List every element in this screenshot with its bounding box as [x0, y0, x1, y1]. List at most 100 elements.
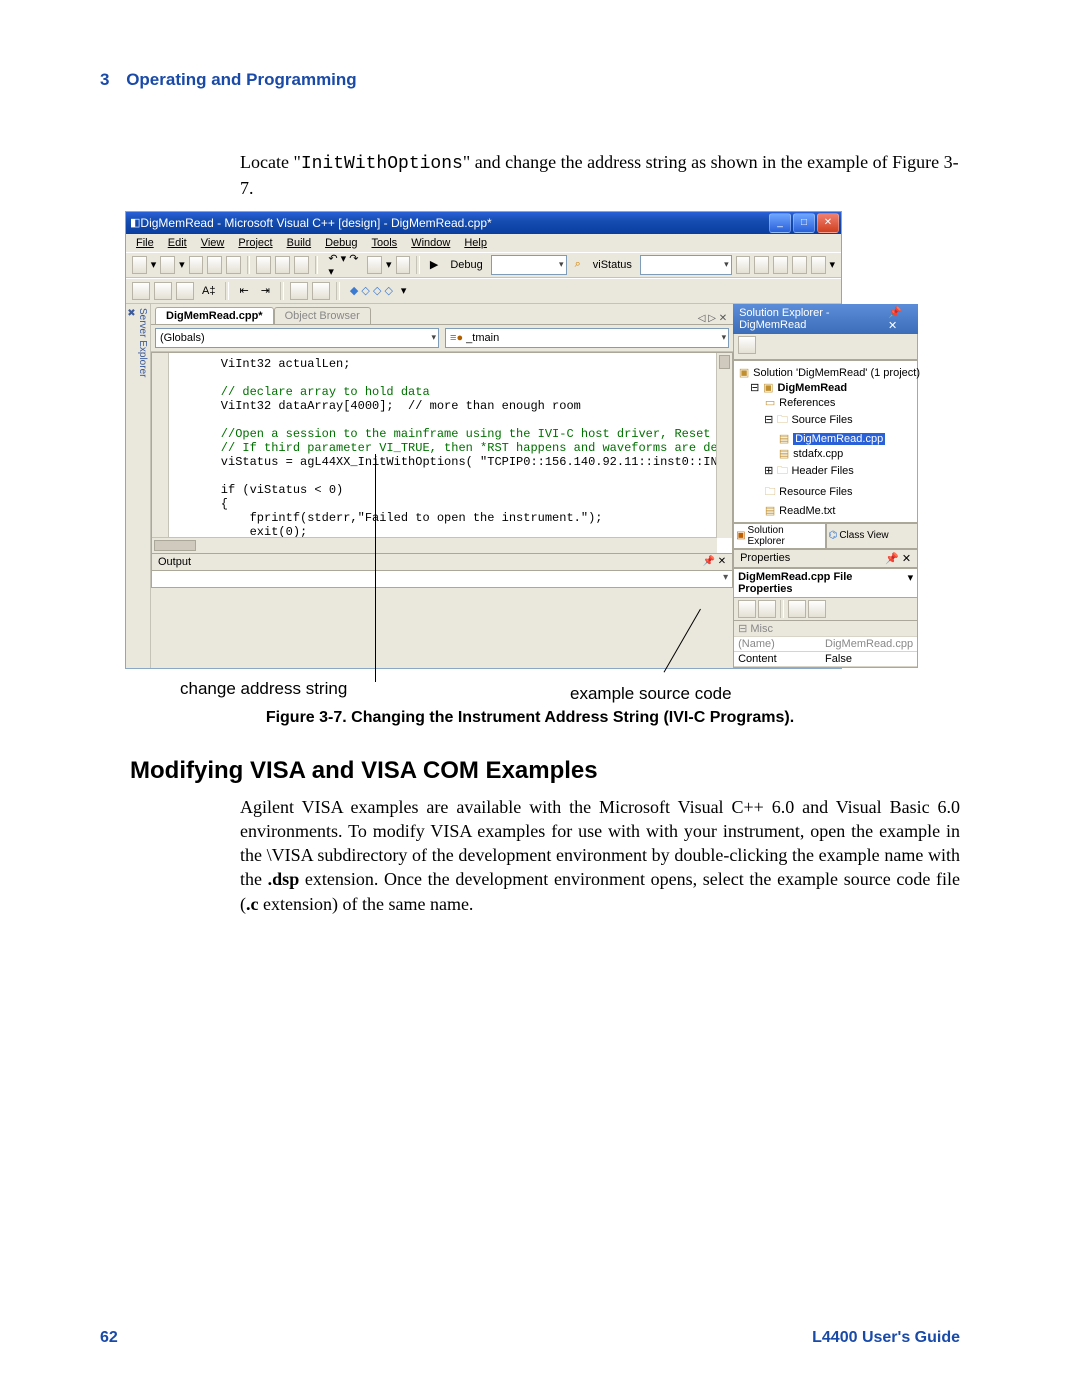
code-text: ViInt32 actualLen; // declare array to h… [152, 353, 732, 554]
copy-icon[interactable] [275, 256, 290, 274]
editor-tabstrip: DigMemRead.cpp* Object Browser ◁ ▷ ✕ [151, 304, 733, 325]
server-explorer-tab[interactable]: Server Explorer [137, 308, 148, 656]
paste-icon[interactable] [294, 256, 309, 274]
scope-combo[interactable]: (Globals) [155, 328, 439, 348]
tb2-b[interactable] [154, 282, 172, 300]
close-button[interactable]: ✕ [817, 213, 839, 233]
page-footer: 62 L4400 User's Guide [100, 1329, 960, 1347]
nav-fwd-icon[interactable] [396, 256, 411, 274]
props-alpha-icon[interactable] [758, 600, 776, 618]
find-icon[interactable]: ⌕ [571, 258, 585, 271]
tree-resource-files: 🗀 Resource Files [736, 482, 915, 503]
bookmark-icons[interactable]: ◆ ◇ ◇ ◇ [346, 284, 397, 297]
tb2-a[interactable] [132, 282, 150, 300]
tab-nav-buttons[interactable]: ◁ ▷ ✕ [692, 313, 733, 324]
config-combo[interactable] [491, 255, 567, 275]
menu-build[interactable]: Build [287, 237, 311, 249]
section-paragraph: Agilent VISA examples are available with… [240, 795, 960, 916]
prop-content-label: Content [734, 652, 821, 667]
prop-name-value: DigMemRead.cpp [821, 637, 917, 652]
chapter-number: 3 [100, 70, 109, 89]
toolbox-tab[interactable]: ✖ [126, 308, 137, 656]
menu-file[interactable]: File [136, 237, 154, 249]
code-identifier: InitWithOptions [301, 154, 463, 174]
tb2-c[interactable] [176, 282, 194, 300]
save-icon[interactable] [207, 256, 222, 274]
menu-project[interactable]: Project [238, 237, 272, 249]
class-view-tab[interactable]: ⌬Class View [826, 523, 919, 549]
callout-line-left [375, 454, 376, 682]
uncomment-icon[interactable] [312, 282, 330, 300]
tree-readme: ▤ ReadMe.txt [736, 503, 915, 518]
tree-solution: ▣ Solution 'DigMemRead' (1 project) [736, 365, 915, 380]
properties-panel: DigMemRead.cpp File Properties ▾ ⊟ Misc … [733, 568, 918, 668]
menu-edit[interactable]: Edit [168, 237, 187, 249]
properties-pin-icon[interactable]: 📌 ✕ [885, 552, 911, 565]
prop-content-value[interactable]: False [821, 652, 917, 667]
properties-context: DigMemRead.cpp File Properties [738, 571, 907, 595]
menu-tools[interactable]: Tools [372, 237, 398, 249]
horizontal-scrollbar[interactable] [152, 537, 717, 553]
output-combo[interactable] [151, 571, 733, 588]
cut-icon[interactable] [256, 256, 271, 274]
properties-context-dropdown-icon[interactable]: ▾ [908, 571, 914, 595]
callout-right: example source code [570, 684, 732, 704]
solution-tree[interactable]: ▣ Solution 'DigMemRead' (1 project) ⊟ ▣ … [733, 360, 918, 523]
chapter-header: 3 Operating and Programming [100, 70, 960, 90]
solution-explorer-tab[interactable]: ▣Solution Explorer [733, 523, 826, 549]
tab-active-file[interactable]: DigMemRead.cpp* [155, 307, 274, 324]
tree-file-selected: ▤ DigMemRead.cpp [736, 431, 915, 446]
tree-header-files: ⊞ 🗀 Header Files [736, 461, 915, 482]
code-gutter [152, 353, 169, 538]
window-title: DigMemRead - Microsoft Visual C++ [desig… [140, 216, 769, 230]
tree-source-files: ⊟ 🗀 Source Files [736, 410, 915, 431]
menu-help[interactable]: Help [464, 237, 487, 249]
platform-value: viStatus [589, 259, 636, 271]
prop-name-label: (Name) [734, 637, 821, 652]
platform-combo[interactable] [640, 255, 732, 275]
intro-paragraph: Locate "InitWithOptions" and change the … [240, 150, 960, 201]
undo-redo-group[interactable]: ↶ ▾ ↷ ▾ [324, 252, 363, 278]
props-pages-icon[interactable] [788, 600, 806, 618]
menu-window[interactable]: Window [411, 237, 450, 249]
comment-icon[interactable] [290, 282, 308, 300]
main-toolbar: ▾ ▾ ↶ ▾ ↷ ▾ ▾ ▶ Debug ⌕ viStatus ▾ [126, 252, 841, 278]
output-pin-icon[interactable]: 📌 ✕ [702, 556, 726, 567]
tb-icon-a[interactable] [736, 256, 751, 274]
maximize-button[interactable]: □ [793, 213, 815, 233]
tb-icon-b[interactable] [754, 256, 769, 274]
menu-view[interactable]: View [201, 237, 225, 249]
tree-file-stdafx: ▤ stdafx.cpp [736, 446, 915, 461]
nav-back-icon[interactable] [367, 256, 382, 274]
solution-refresh-icon[interactable] [738, 336, 756, 354]
start-icon[interactable]: ▶ [426, 258, 442, 271]
member-combo[interactable]: ≡● _tmain [445, 328, 729, 348]
vertical-scrollbar[interactable] [716, 353, 732, 538]
save-all-icon[interactable] [226, 256, 241, 274]
tb-icon-c[interactable] [773, 256, 788, 274]
chapter-title: Operating and Programming [126, 70, 356, 89]
outdent-icon[interactable]: ⇤ [235, 284, 252, 297]
open-icon[interactable] [189, 256, 204, 274]
secondary-toolbar: A‡ ⇤ ⇥ ◆ ◇ ◇ ◇▾ [126, 278, 841, 304]
add-item-icon[interactable] [160, 256, 175, 274]
props-categorized-icon[interactable] [738, 600, 756, 618]
minimize-button[interactable]: _ [769, 213, 791, 233]
doc-title: L4400 User's Guide [812, 1329, 960, 1347]
config-label: Debug [446, 259, 486, 271]
code-editor[interactable]: ViInt32 actualLen; // declare array to h… [151, 352, 733, 554]
props-events-icon[interactable] [808, 600, 826, 618]
section-heading: Modifying VISA and VISA COM Examples [130, 757, 960, 785]
output-label: Output [158, 556, 191, 568]
indent-icon[interactable]: ⇥ [257, 284, 274, 297]
page-number: 62 [100, 1329, 118, 1347]
figure-caption: Figure 3-7. Changing the Instrument Addr… [100, 709, 960, 727]
tb-icon-e[interactable] [811, 256, 826, 274]
new-project-icon[interactable] [132, 256, 147, 274]
tab-object-browser[interactable]: Object Browser [274, 307, 371, 324]
solution-pin-icon[interactable]: 📌 ✕ [888, 306, 912, 332]
solution-toolbar [733, 334, 918, 360]
window-titlebar: ◧ DigMemRead - Microsoft Visual C++ [des… [126, 212, 841, 234]
menu-debug[interactable]: Debug [325, 237, 357, 249]
tb-icon-d[interactable] [792, 256, 807, 274]
